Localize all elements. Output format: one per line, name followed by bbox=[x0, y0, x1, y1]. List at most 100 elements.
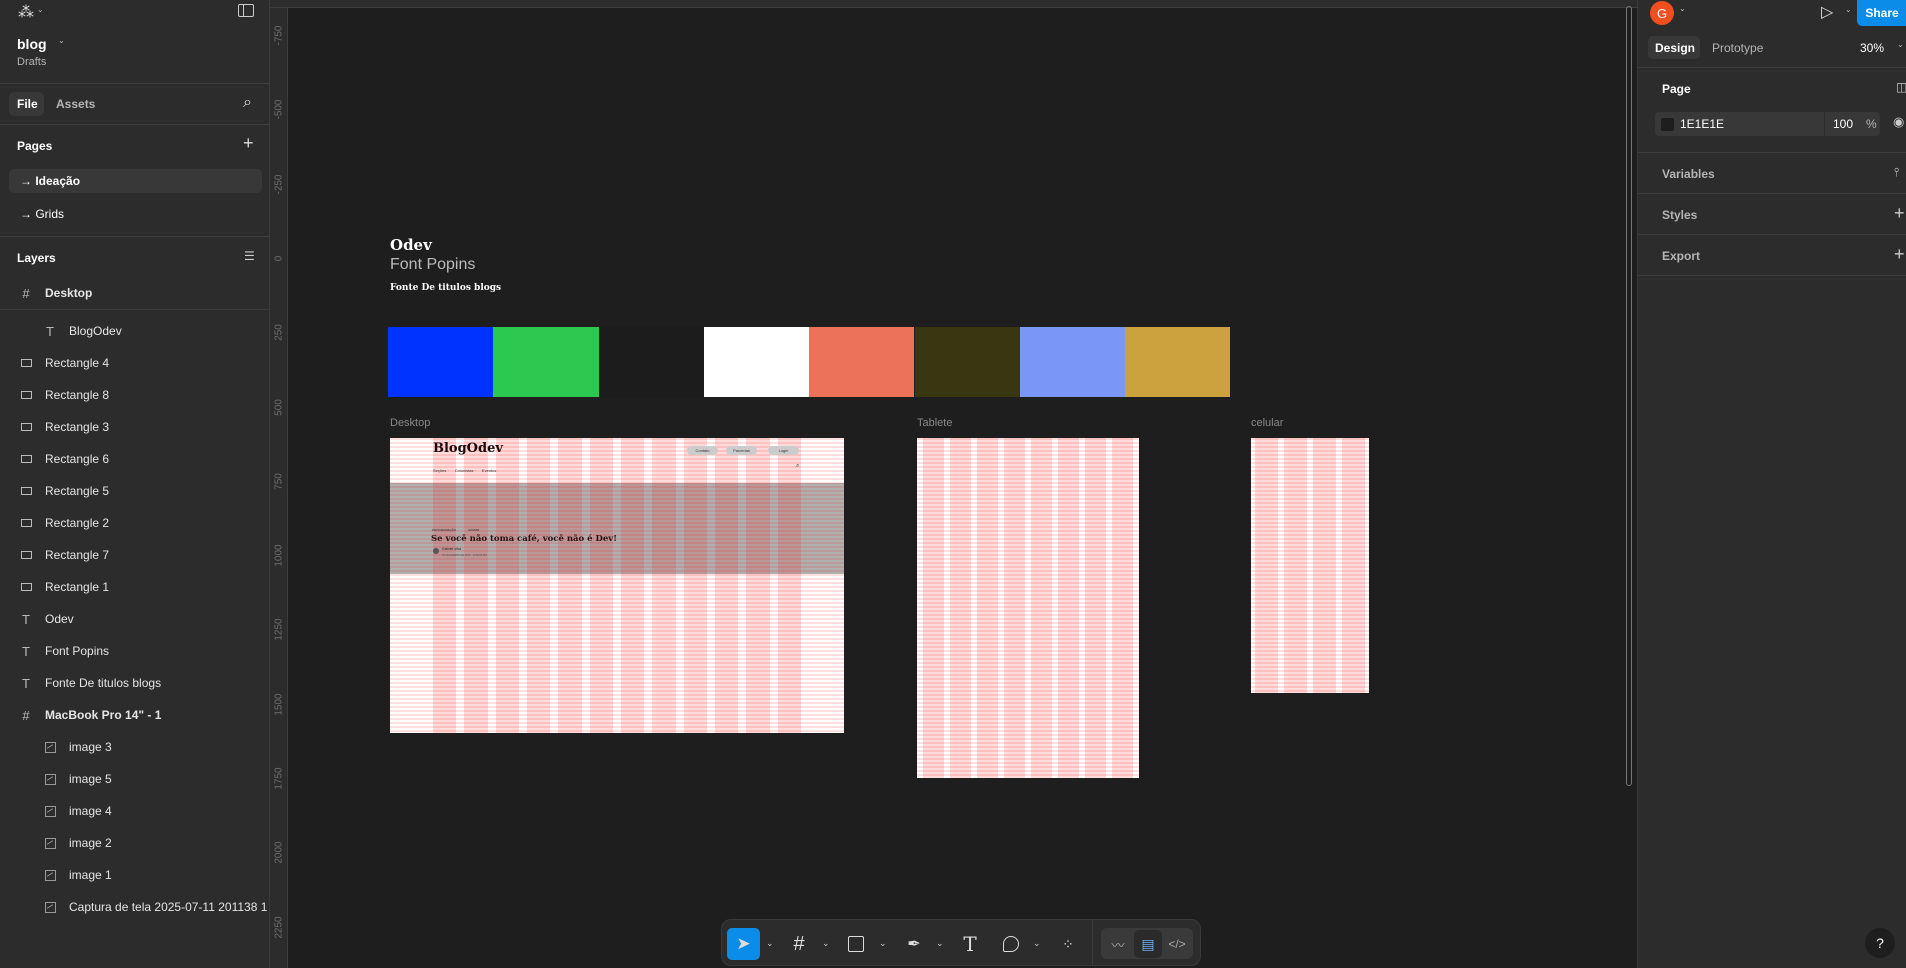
page-color-input[interactable]: 1E1E1E 100 % bbox=[1655, 112, 1880, 136]
tab-design[interactable]: Design bbox=[1648, 36, 1700, 59]
dev-mode-icon[interactable]: </> bbox=[1163, 930, 1191, 958]
move-tool-icon[interactable]: ➤ bbox=[727, 928, 760, 960]
tab-prototype[interactable]: Prototype bbox=[1712, 41, 1763, 55]
color-swatch[interactable] bbox=[703, 327, 810, 397]
color-swatch[interactable] bbox=[809, 327, 915, 397]
layer-item[interactable]: image 4 bbox=[0, 795, 270, 827]
layer-item[interactable]: T Fonte De titulos blogs bbox=[0, 667, 270, 699]
file-name[interactable]: blog bbox=[17, 36, 47, 52]
styles-section[interactable]: Styles bbox=[1662, 208, 1697, 222]
layer-item[interactable]: Rectangle 3 bbox=[0, 411, 270, 443]
color-swatch[interactable] bbox=[1661, 118, 1674, 131]
layer-item[interactable]: T BlogOdev bbox=[0, 315, 270, 347]
page-item-ideacao[interactable]: → Ideação bbox=[9, 169, 262, 193]
layer-item[interactable]: Rectangle 4 bbox=[0, 347, 270, 379]
layer-item[interactable]: image 3 bbox=[0, 731, 270, 763]
export-section[interactable]: Export bbox=[1662, 249, 1700, 263]
chevron-down-icon[interactable]: ⌄ bbox=[58, 36, 65, 45]
desktop-frame[interactable]: BlogOdev Contato Parcerias Login Seções … bbox=[390, 438, 844, 733]
mock-author-avatar bbox=[433, 548, 439, 554]
chevron-down-icon[interactable]: ⌄ bbox=[1679, 4, 1686, 13]
frame-label-mobile[interactable]: celular bbox=[1251, 417, 1283, 429]
pen-tool-icon[interactable]: ✒ bbox=[900, 930, 928, 958]
layer-item[interactable]: Rectangle 2 bbox=[0, 507, 270, 539]
zoom-level[interactable]: 30% bbox=[1860, 41, 1884, 55]
color-swatch[interactable] bbox=[1125, 327, 1231, 397]
add-export-icon[interactable]: + bbox=[1894, 244, 1905, 265]
avatar[interactable]: G bbox=[1650, 1, 1674, 25]
layer-item[interactable]: image 1 bbox=[0, 859, 270, 891]
add-page-icon[interactable]: + bbox=[243, 133, 254, 154]
chevron-down-icon[interactable]: ⌄ bbox=[1845, 5, 1852, 14]
frame-label-tablet[interactable]: Tablete bbox=[917, 417, 952, 429]
text-tool-icon[interactable]: T bbox=[956, 930, 984, 958]
layer-item[interactable]: T Font Popins bbox=[0, 635, 270, 667]
frame-tool-icon[interactable]: # bbox=[785, 930, 813, 958]
layer-item[interactable]: Rectangle 8 bbox=[0, 379, 270, 411]
color-swatch[interactable] bbox=[914, 327, 1020, 397]
styles-icon[interactable]: ◫ bbox=[1896, 80, 1906, 94]
layer-item[interactable]: Rectangle 5 bbox=[0, 475, 270, 507]
chevron-down-icon[interactable]: ⌄ bbox=[936, 938, 944, 949]
eye-icon[interactable]: ◉ bbox=[1893, 114, 1904, 130]
layer-item[interactable]: Rectangle 6 bbox=[0, 443, 270, 475]
sidebar-toggle-icon[interactable] bbox=[238, 4, 254, 17]
add-style-icon[interactable]: + bbox=[1894, 203, 1905, 224]
page-item-grids[interactable]: → Grids bbox=[20, 207, 64, 221]
present-play-icon[interactable]: ▷ bbox=[1821, 2, 1833, 22]
figma-menu-icon[interactable]: ⁂ bbox=[18, 2, 34, 22]
frame-label-desktop[interactable]: Desktop bbox=[390, 417, 430, 429]
chevron-down-icon[interactable]: ⌄ bbox=[1033, 938, 1041, 949]
frame-layer-icon: # bbox=[22, 707, 30, 723]
layer-item[interactable]: # Desktop bbox=[0, 277, 270, 309]
tab-assets[interactable]: Assets bbox=[56, 97, 95, 111]
help-button[interactable]: ? bbox=[1865, 928, 1895, 958]
color-swatch[interactable] bbox=[388, 327, 494, 397]
collapse-layers-icon[interactable]: ☰ bbox=[244, 249, 255, 263]
chevron-down-icon[interactable]: ⌄ bbox=[879, 938, 887, 949]
layer-item[interactable]: Rectangle 7 bbox=[0, 539, 270, 571]
color-swatch[interactable] bbox=[598, 327, 704, 397]
mock-author: Gabriel silva bbox=[442, 547, 462, 551]
chevron-down-icon[interactable]: ⌄ bbox=[766, 938, 774, 949]
grid-column bbox=[1112, 438, 1133, 778]
chevron-down-icon[interactable]: ⌄ bbox=[1897, 40, 1904, 49]
layer-item[interactable]: image 2 bbox=[0, 827, 270, 859]
chevron-down-icon[interactable]: ⌄ bbox=[822, 938, 830, 949]
canvas-subtitle[interactable]: Font Popins bbox=[390, 256, 475, 274]
draw-mode-icon[interactable]: 〰 bbox=[1104, 930, 1132, 958]
rect-layer-icon bbox=[19, 388, 33, 402]
variables-section[interactable]: Variables bbox=[1662, 167, 1715, 181]
layer-item[interactable]: Rectangle 1 bbox=[0, 571, 270, 603]
layer-label: Rectangle 2 bbox=[45, 516, 110, 530]
grid-column bbox=[1255, 438, 1278, 693]
actions-tool-icon[interactable]: ⁘ bbox=[1054, 930, 1082, 958]
tablet-frame[interactable] bbox=[917, 438, 1139, 778]
file-location[interactable]: Drafts bbox=[17, 56, 46, 68]
color-swatch[interactable] bbox=[493, 327, 599, 397]
ruler-label: -250 bbox=[273, 174, 285, 195]
layer-label: image 3 bbox=[69, 740, 112, 754]
page-opacity[interactable]: 100 bbox=[1833, 117, 1853, 131]
canvas-caption[interactable]: Fonte De titulos blogs bbox=[390, 283, 501, 293]
mock-nav-button: Parcerias bbox=[726, 446, 757, 455]
comment-tool-icon[interactable] bbox=[997, 930, 1025, 958]
layer-item[interactable]: T Odev bbox=[0, 603, 270, 635]
chevron-down-icon[interactable]: ⌄ bbox=[37, 5, 44, 14]
ruler-label: 0 bbox=[273, 255, 285, 262]
canvas-title[interactable]: Odev bbox=[390, 236, 432, 254]
grid-column bbox=[495, 438, 519, 733]
variables-icon[interactable]: ⫯ bbox=[1894, 165, 1899, 180]
canvas-scrollbar[interactable] bbox=[1626, 6, 1632, 786]
layer-item[interactable]: # MacBook Pro 14" - 1 bbox=[0, 699, 270, 731]
rectangle-tool-icon[interactable] bbox=[842, 930, 870, 958]
mobile-frame[interactable] bbox=[1251, 438, 1369, 693]
tab-file[interactable]: File bbox=[9, 92, 44, 116]
layer-item[interactable]: image 5 bbox=[0, 763, 270, 795]
share-button[interactable]: Share bbox=[1857, 0, 1906, 26]
design-mode-icon[interactable]: ▤ bbox=[1134, 930, 1162, 958]
layer-label: Rectangle 3 bbox=[45, 420, 110, 434]
layer-item[interactable]: Captura de tela 2025-07-11 201138 1 bbox=[0, 891, 270, 923]
search-icon[interactable]: ⌕ bbox=[243, 94, 252, 112]
color-swatch[interactable] bbox=[1019, 327, 1126, 397]
